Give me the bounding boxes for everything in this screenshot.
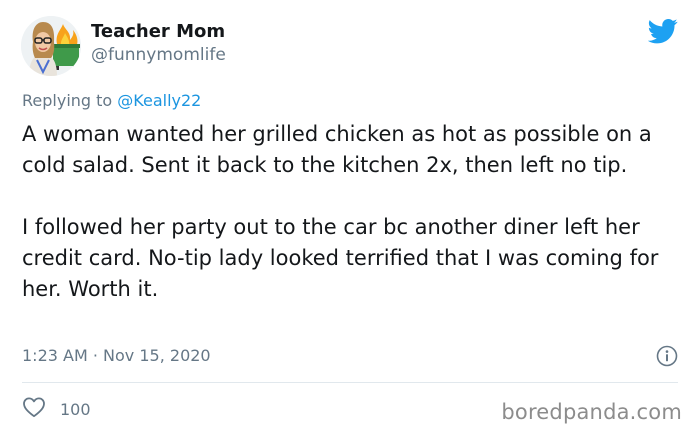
author-display-name[interactable]: Teacher Mom	[91, 20, 226, 44]
avatar-image	[21, 16, 81, 76]
tweet-text: A woman wanted her grilled chicken as ho…	[22, 119, 682, 305]
tweet-timestamp: 1:23 AM · Nov 15, 2020	[22, 345, 211, 367]
timestamp-separator: ·	[92, 346, 98, 365]
like-button[interactable]: 100	[22, 397, 91, 421]
tweet-time: 1:23 AM	[22, 346, 88, 365]
replying-to: Replying to @Keally22	[22, 90, 201, 112]
watermark: boredpanda.com	[501, 400, 682, 424]
tweet-time-link[interactable]: 1:23 AM · Nov 15, 2020	[22, 346, 211, 365]
tweet-date: Nov 15, 2020	[103, 346, 211, 365]
tweet-paragraph: I followed her party out to the car bc a…	[22, 215, 659, 301]
like-count: 100	[60, 399, 91, 419]
divider	[22, 382, 678, 383]
avatar[interactable]	[21, 16, 81, 76]
author-names[interactable]: Teacher Mom @funnymomlife	[91, 20, 226, 66]
replying-to-prefix: Replying to	[22, 91, 118, 110]
reply-mention-link[interactable]: @Keally22	[117, 91, 201, 110]
info-icon[interactable]	[656, 345, 678, 367]
heart-icon	[22, 396, 46, 422]
tweet-paragraph: A woman wanted her grilled chicken as ho…	[22, 122, 652, 177]
twitter-bird-icon[interactable]	[647, 16, 678, 46]
author-handle[interactable]: @funnymomlife	[91, 44, 226, 66]
tweet-header: Teacher Mom @funnymomlife	[21, 16, 700, 78]
